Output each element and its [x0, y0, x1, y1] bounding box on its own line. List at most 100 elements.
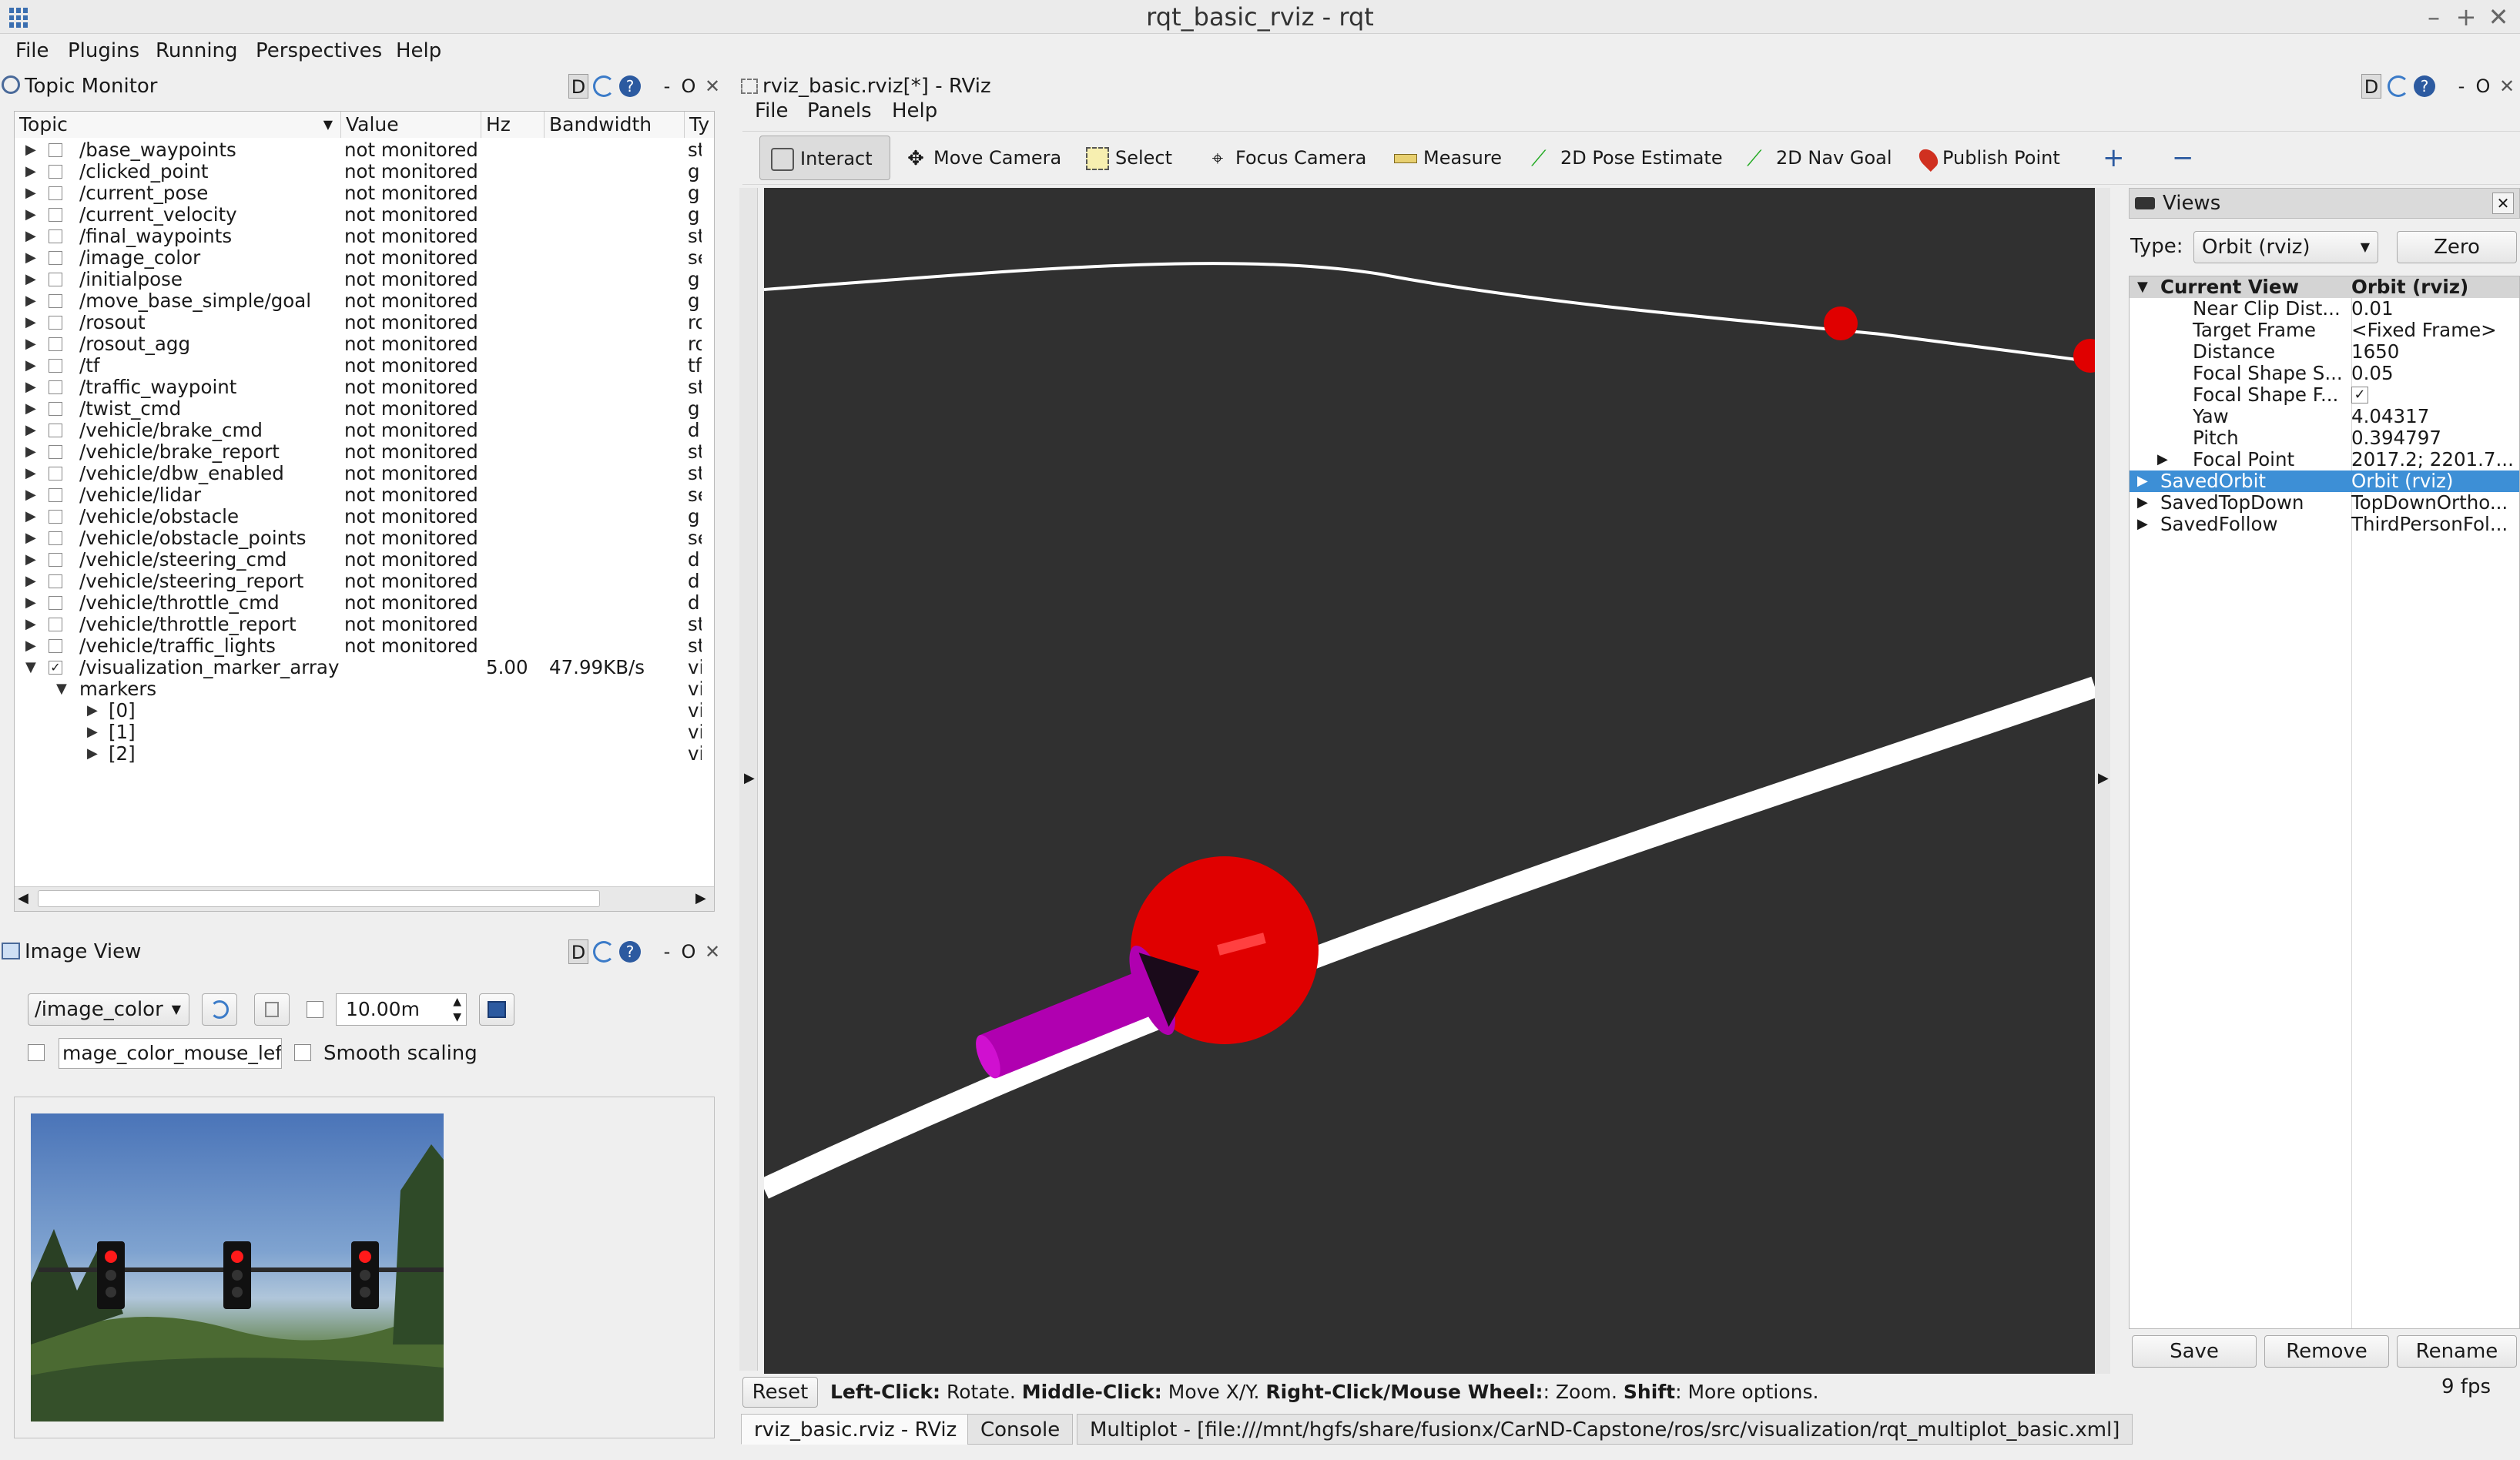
- expand-arrow-icon[interactable]: ▶: [25, 398, 41, 420]
- image-topic-select[interactable]: /image_color ▼: [28, 993, 189, 1026]
- expand-arrow-icon[interactable]: ▶: [25, 204, 41, 226]
- topic-row[interactable]: ▶ /image_color not monitored se: [15, 247, 714, 269]
- expand-arrow-icon[interactable]: ▶: [87, 722, 102, 743]
- image-pause-button[interactable]: [254, 993, 290, 1026]
- views-close-icon[interactable]: ✕: [2492, 193, 2514, 214]
- monitor-checkbox[interactable]: [49, 359, 62, 373]
- help-icon[interactable]: ?: [619, 75, 641, 97]
- monitor-checkbox[interactable]: [49, 488, 62, 502]
- monitor-checkbox[interactable]: [49, 510, 62, 524]
- topic-row[interactable]: ▶ /final_waypoints not monitored st: [15, 226, 714, 247]
- topic-row[interactable]: ▶ /vehicle/steering_cmd not monitored d: [15, 549, 714, 571]
- expand-arrow-icon[interactable]: ▶: [25, 441, 41, 463]
- focal-point-arrow[interactable]: ▶: [2157, 449, 2168, 470]
- view-property-row[interactable]: Distance 1650: [2130, 341, 2519, 363]
- save-image-button[interactable]: [479, 993, 514, 1026]
- property-value[interactable]: ✓: [2351, 387, 2368, 404]
- views-property-tree[interactable]: ▼ Current View Orbit (rviz) Near Clip Di…: [2129, 276, 2520, 1329]
- marker-item[interactable]: ▶ [2] vi: [15, 743, 714, 765]
- rviz-menu-panels[interactable]: Panels: [807, 99, 872, 123]
- zero-button[interactable]: Zero: [2397, 231, 2517, 263]
- select-tool[interactable]: Select: [1075, 136, 1172, 180]
- monitor-checkbox[interactable]: [49, 639, 62, 653]
- measure-tool[interactable]: Measure: [1383, 136, 1502, 180]
- col-value[interactable]: Value: [341, 112, 481, 138]
- saved-view-row[interactable]: ▶ SavedTopDown TopDownOrtho...: [2130, 492, 2519, 514]
- expand-arrow-icon[interactable]: ▶: [25, 635, 41, 657]
- expand-right-arrow-icon[interactable]: ▶: [2098, 770, 2109, 786]
- add-tool-icon[interactable]: +: [2092, 136, 2125, 180]
- monitor-checkbox[interactable]: [49, 380, 62, 394]
- tab-multiplot[interactable]: Multiplot - [file:///mnt/hgfs/share/fusi…: [1077, 1414, 2133, 1445]
- rviz-dock-float-button[interactable]: O: [2475, 74, 2491, 99]
- expand-arrow-icon[interactable]: ▶: [25, 571, 41, 592]
- remove-view-button[interactable]: Remove: [2264, 1335, 2389, 1368]
- topic-row[interactable]: ▶ /vehicle/throttle_report not monitored st: [15, 614, 714, 635]
- expand-arrow-icon[interactable]: ▶: [25, 333, 41, 355]
- image-dock-d-button[interactable]: D: [568, 939, 588, 964]
- rviz-menu-file[interactable]: File: [755, 99, 789, 123]
- expand-arrow-icon[interactable]: ▶: [87, 700, 102, 722]
- topic-row[interactable]: ▶ /current_velocity not monitored g: [15, 204, 714, 226]
- topic-row[interactable]: ▶ /vehicle/steering_report not monitored d: [15, 571, 714, 592]
- monitor-checkbox[interactable]: [49, 402, 62, 416]
- view-property-row[interactable]: Focal Shape F... ✓: [2130, 384, 2519, 406]
- expand-arrow-icon[interactable]: ▶: [25, 377, 41, 398]
- view-type-select[interactable]: Orbit (rviz) ▼: [2193, 231, 2378, 263]
- view-property-row[interactable]: ▶ Focal Point 2017.2; 2201.7...: [2130, 449, 2519, 470]
- saved-view-arrow[interactable]: ▶: [2137, 470, 2148, 492]
- topic-row[interactable]: ▶ /current_pose not monitored g: [15, 182, 714, 204]
- topic-row[interactable]: ▶ /vehicle/brake_report not monitored st: [15, 441, 714, 463]
- expand-arrow-icon[interactable]: ▶: [25, 269, 41, 290]
- maximize-button[interactable]: +: [2451, 0, 2481, 34]
- markers-row[interactable]: ▼ markers vi: [15, 678, 714, 700]
- horizontal-scrollbar[interactable]: ◀ ▶: [15, 886, 714, 911]
- expand-arrow-icon[interactable]: ▶: [25, 614, 41, 635]
- view-property-row[interactable]: Focal Shape S... 0.05: [2130, 363, 2519, 384]
- current-view-row[interactable]: ▼ Current View Orbit (rviz): [2130, 276, 2519, 298]
- scroll-thumb[interactable]: [38, 890, 600, 907]
- menu-plugins[interactable]: Plugins: [68, 39, 139, 63]
- dock-float-button[interactable]: O: [681, 74, 696, 99]
- tab-rviz[interactable]: rviz_basic.rviz - RViz: [741, 1414, 970, 1445]
- topic-row-visualization[interactable]: ▼ ✓ /visualization_marker_array 5.00 47.99KB…: [15, 657, 714, 678]
- topic-row[interactable]: ▶ /clicked_point not monitored g: [15, 161, 714, 182]
- expand-arrow-icon[interactable]: ▶: [25, 161, 41, 182]
- remove-tool-icon[interactable]: −: [2161, 136, 2194, 180]
- rviz-reload-icon[interactable]: [2388, 75, 2409, 97]
- topic-row[interactable]: ▶ /traffic_waypoint not monitored st: [15, 377, 714, 398]
- topic-row[interactable]: ▶ /twist_cmd not monitored g: [15, 398, 714, 420]
- topic-row[interactable]: ▶ /rosout_agg not monitored ro: [15, 333, 714, 355]
- expand-arrow-icon[interactable]: ▶: [25, 527, 41, 549]
- rviz-help-icon[interactable]: ?: [2414, 75, 2435, 97]
- saved-view-arrow[interactable]: ▶: [2137, 492, 2148, 514]
- monitor-checkbox[interactable]: [49, 143, 62, 157]
- monitor-checkbox[interactable]: [49, 186, 62, 200]
- expand-arrow-icon[interactable]: ▶: [25, 484, 41, 506]
- monitor-checkbox[interactable]: [49, 574, 62, 588]
- monitor-checkbox[interactable]: [49, 294, 62, 308]
- publish-point-tool[interactable]: Publish Point: [1910, 136, 2060, 180]
- monitor-checkbox[interactable]: [49, 165, 62, 179]
- topic-row[interactable]: ▶ /vehicle/lidar not monitored se: [15, 484, 714, 506]
- expand-arrow-icon[interactable]: ▶: [25, 506, 41, 527]
- image-refresh-button[interactable]: [202, 993, 237, 1026]
- view-property-row[interactable]: Near Clip Dist... 0.01: [2130, 298, 2519, 320]
- monitor-checkbox[interactable]: [49, 229, 62, 243]
- monitor-checkbox[interactable]: [49, 596, 62, 610]
- move-camera-tool[interactable]: ✥ Move Camera: [893, 136, 1061, 180]
- image-dock-minimize-button[interactable]: -: [659, 939, 675, 964]
- monitor-checkbox[interactable]: [49, 424, 62, 437]
- expand-arrow-icon[interactable]: ▶: [25, 549, 41, 571]
- expand-arrow-icon[interactable]: ▶: [87, 743, 102, 765]
- topic-row[interactable]: ▶ /initialpose not monitored g: [15, 269, 714, 290]
- saved-view-arrow[interactable]: ▶: [2137, 514, 2148, 535]
- monitor-checkbox[interactable]: [49, 531, 62, 545]
- dock-minimize-button[interactable]: -: [659, 74, 675, 99]
- monitor-checkbox[interactable]: [49, 316, 62, 330]
- pose-estimate-tool[interactable]: ⟋ 2D Pose Estimate: [1520, 136, 1723, 180]
- expand-arrow-icon[interactable]: ▶: [25, 226, 41, 247]
- topic-row[interactable]: ▶ /vehicle/obstacle not monitored g: [15, 506, 714, 527]
- menu-file[interactable]: File: [15, 39, 49, 63]
- rename-view-button[interactable]: Rename: [2397, 1335, 2517, 1368]
